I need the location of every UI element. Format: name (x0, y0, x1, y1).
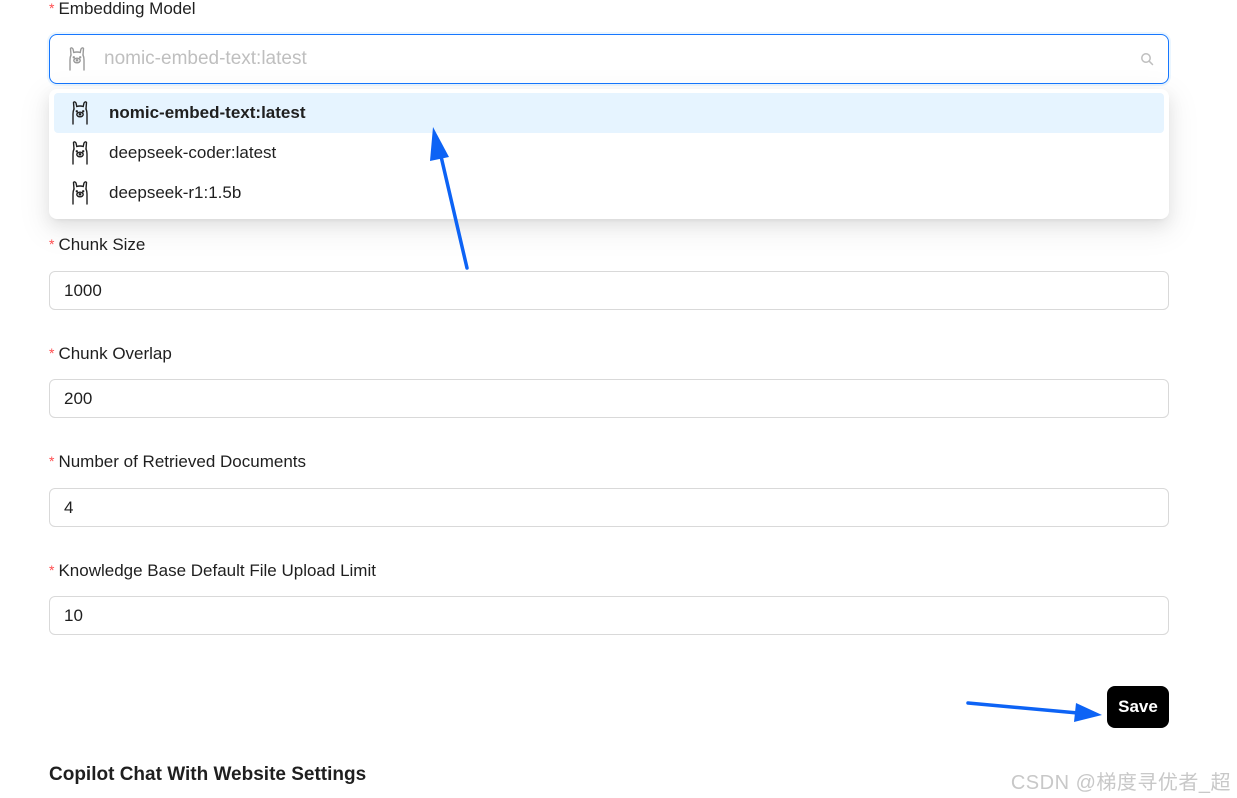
retrieved-documents-input[interactable]: 4 (49, 488, 1169, 527)
search-icon (1140, 52, 1154, 71)
required-mark: * (49, 236, 55, 252)
dropdown-option-nomic-embed-text[interactable]: nomic-embed-text:latest (54, 93, 1164, 133)
required-mark: * (49, 345, 55, 361)
option-label: nomic-embed-text:latest (109, 103, 306, 122)
embedding-model-select[interactable]: nomic-embed-text:latest (49, 34, 1169, 84)
chunk-size-input[interactable]: 1000 (49, 271, 1169, 310)
chunk-overlap-input[interactable]: 200 (49, 379, 1169, 418)
dropdown-option-deepseek-r1[interactable]: deepseek-r1:1.5b (54, 173, 1164, 213)
llama-icon (70, 140, 90, 171)
llama-icon (67, 46, 87, 77)
dropdown-option-deepseek-coder[interactable]: deepseek-coder:latest (54, 133, 1164, 173)
chunk-size-label: * Chunk Size (49, 235, 146, 254)
embedding-model-placeholder: nomic-embed-text:latest (104, 48, 307, 69)
upload-limit-label: * Knowledge Base Default File Upload Limi… (49, 561, 376, 580)
option-label: deepseek-r1:1.5b (109, 183, 242, 202)
required-mark: * (49, 562, 55, 578)
required-mark: * (49, 453, 55, 469)
embedding-model-dropdown: nomic-embed-text:latest deepseek-coder:l… (49, 89, 1169, 219)
llama-icon (70, 180, 90, 211)
embedding-model-label: * Embedding Model (49, 0, 196, 18)
save-button[interactable]: Save (1107, 686, 1169, 728)
section-title-copilot-chat: Copilot Chat With Website Settings (49, 764, 367, 785)
retrieved-documents-label: * Number of Retrieved Documents (49, 452, 306, 471)
option-label: deepseek-coder:latest (109, 143, 277, 162)
llama-icon (70, 100, 90, 131)
watermark: CSDN @梯度寻优者_超 (1010, 772, 1231, 794)
chunk-overlap-label: * Chunk Overlap (49, 344, 172, 363)
arrow-to-save-button (966, 701, 1102, 722)
upload-limit-input[interactable]: 10 (49, 596, 1169, 635)
required-mark: * (49, 0, 55, 16)
